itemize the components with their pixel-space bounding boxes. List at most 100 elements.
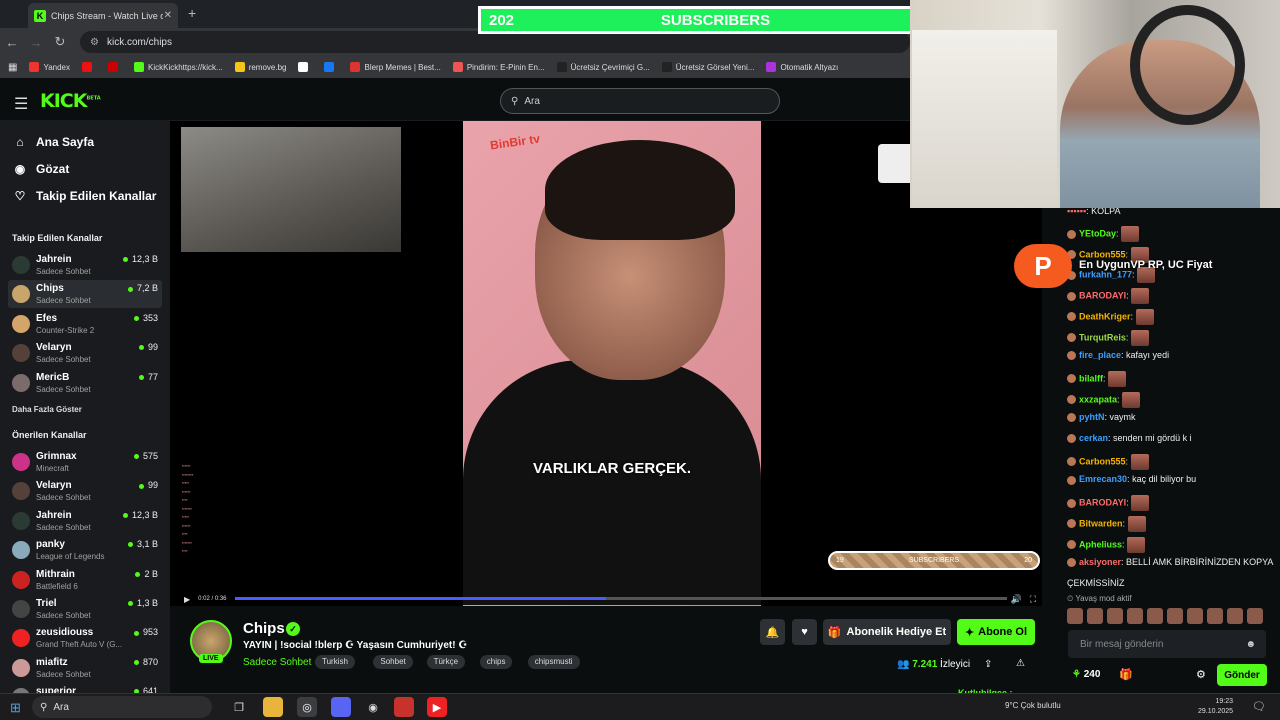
site-info-icon[interactable]: ⚙ [90, 37, 99, 48]
file-explorer-icon[interactable] [263, 697, 283, 717]
viewer-count: 77 [138, 372, 158, 382]
gift-sub-button[interactable]: 🎁 Abonelik Hediye Et [823, 619, 951, 645]
fullscreen-icon[interactable]: ⛶ [1030, 594, 1036, 605]
sidebar-channel-panky[interactable]: panky League of Legends 3,1 B [8, 536, 162, 564]
chat-user[interactable]: bilalff [1079, 373, 1103, 383]
chat-user[interactable]: fire_place [1079, 350, 1121, 360]
chat-user[interactable]: Carbon555 [1079, 249, 1126, 259]
nav-home[interactable]: ⌂ Ana Sayfa [12, 135, 94, 149]
bookmark-item[interactable]: KickKickhttps://kick... [134, 62, 223, 72]
sidebar-channel-triel[interactable]: Triel Sadece Sohbet 1,3 B [8, 595, 162, 623]
bookmark-item[interactable]: Otomatik Altyazı [766, 62, 838, 72]
tag-chips[interactable]: chips [479, 655, 513, 669]
sidebar-channel-miafitz[interactable]: miafitz Sadece Sohbet 870 [8, 654, 162, 682]
live-dot-icon [133, 630, 139, 636]
bookmark-label: Pindirim: E-Pinin En... [466, 62, 545, 72]
chat-user[interactable]: pyhtN [1079, 412, 1105, 422]
chat-input[interactable]: Bir mesaj gönderin ☻ [1068, 630, 1266, 658]
search-input[interactable]: ⚲ Ara [500, 88, 780, 114]
channel-category: Grand Theft Auto V (G... [36, 640, 123, 650]
sidebar-channel-mericb[interactable]: MericB Sadece Sohbet 77 [8, 369, 162, 397]
report-icon[interactable]: ⚠ [1016, 658, 1025, 669]
weather-widget[interactable]: 9°C Çok bulutlu [1005, 701, 1061, 710]
bookmark-item[interactable]: Yandex [29, 62, 70, 72]
sidebar-channel-velaryn[interactable]: Velaryn Sadece Sohbet 99 [8, 339, 162, 367]
bookmark-item[interactable] [108, 62, 122, 72]
tag-türkçe[interactable]: Türkçe [426, 655, 466, 669]
show-more-link[interactable]: Daha Fazla Göster [12, 405, 82, 414]
emote-bar[interactable] [1067, 608, 1267, 624]
bookmark-item[interactable]: Blerp Memes | Best... [350, 62, 441, 72]
chat-user[interactable]: BARODAYI [1079, 497, 1126, 507]
chat-user[interactable]: DeathKriger [1079, 311, 1131, 321]
sidebar-channel-zeusidiouss[interactable]: zeusidiouss Grand Theft Auto V (G... 953 [8, 624, 162, 652]
chat-user[interactable]: aksiyoner [1079, 557, 1121, 567]
bookmark-item[interactable]: remove.bg [234, 62, 286, 72]
sidebar-channel-chips[interactable]: Chips Sadece Sohbet 7,2 B [8, 280, 162, 309]
bookmark-item[interactable]: Pindirim: E-Pinin En... [452, 62, 545, 72]
sidebar-channel-jahrein[interactable]: Jahrein Sadece Sohbet 12,3 B [8, 507, 162, 535]
chat-user[interactable]: xxzapata [1079, 394, 1117, 404]
notification-bell-button[interactable]: 🔔 [760, 619, 785, 645]
chat-user[interactable]: TurqutReis [1079, 332, 1126, 342]
bookmark-item[interactable]: Ücretsiz Çevrimiçi G... [556, 62, 650, 72]
chat-user[interactable]: cerkan [1079, 433, 1108, 443]
emoji-icon[interactable]: ☻ [1245, 639, 1256, 650]
reload-icon[interactable]: ↻ [48, 34, 72, 50]
chat-user[interactable]: Apheliuss [1079, 539, 1122, 549]
taskbar-search[interactable]: ⚲ Ara [32, 696, 212, 718]
nav-following[interactable]: ♡ Takip Edilen Kanallar [12, 189, 157, 203]
channel-points[interactable]: ⚘ 240 [1072, 669, 1100, 680]
youtube-icon[interactable]: ▶ [427, 697, 447, 717]
kick-logo[interactable]: KICKBETA [40, 90, 101, 112]
back-icon[interactable]: ← [0, 35, 24, 50]
chat-user[interactable]: Emrecan30 [1079, 474, 1127, 484]
chat-user[interactable]: YEtoDay [1079, 228, 1116, 238]
task-view-icon[interactable]: ❐ [229, 697, 249, 717]
chat-user[interactable]: furkahn_177 [1079, 270, 1132, 280]
tag-turkish[interactable]: Turkish [315, 655, 355, 669]
forward-icon[interactable]: → [24, 35, 48, 50]
bookmark-item[interactable] [324, 62, 338, 72]
sidebar-channel-grimnax[interactable]: Grimnax Minecraft 575 [8, 448, 162, 476]
follow-heart-button[interactable]: ♥ [792, 619, 817, 645]
share-icon[interactable]: ⇪ [984, 659, 992, 670]
new-tab-button[interactable]: + [188, 5, 196, 21]
chat-message: BARODAYI: [1067, 495, 1150, 512]
menu-icon[interactable]: ☰ [14, 94, 28, 114]
sidebar-channel-jahrein[interactable]: Jahrein Sadece Sohbet 12,3 B [8, 251, 162, 279]
apps-icon[interactable]: ▦ [8, 62, 17, 73]
bookmark-item[interactable] [298, 62, 312, 72]
subscribe-button[interactable]: ✦ Abone Ol [957, 619, 1035, 645]
chat-user[interactable]: Carbon555 [1079, 456, 1126, 466]
headset-shape [1130, 5, 1245, 125]
close-tab-icon[interactable]: ✕ [164, 10, 172, 21]
gift-icon[interactable]: 🎁 [1119, 668, 1133, 681]
channel-name[interactable]: Chips [243, 620, 285, 637]
obs-icon[interactable]: ◉ [363, 697, 383, 717]
windows-start-icon[interactable]: ⊞ [10, 700, 21, 716]
sidebar-channel-velaryn[interactable]: Velaryn Sadece Sohbet 99 [8, 477, 162, 505]
tag-chipsmusti[interactable]: chipsmusti [527, 655, 580, 669]
sidebar-channel-mithrain[interactable]: Mithrain Battlefield 6 2 B [8, 566, 162, 594]
sidebar-channel-efes[interactable]: Efes Counter-Strike 2 353 [8, 310, 162, 338]
play-icon[interactable]: ▶ [184, 595, 190, 604]
nav-browse[interactable]: ◉ Gözat [12, 162, 70, 176]
stream-category[interactable]: Sadece Sohbet [243, 657, 311, 668]
settings-icon[interactable]: ⚙ [1196, 668, 1206, 681]
system-clock[interactable]: 19:23 29.10.2025 [1198, 697, 1233, 717]
chat-user[interactable]: BARODAYI [1079, 290, 1126, 300]
address-bar[interactable]: ⚙ kick.com/chips [80, 31, 910, 53]
send-button[interactable]: Gönder [1217, 664, 1267, 686]
tag-sohbet[interactable]: Sohbet [373, 655, 413, 669]
notification-icon[interactable]: 🗨 [1252, 700, 1266, 713]
browser-tab[interactable]: K Chips Stream - Watch Live on K ✕ [28, 3, 178, 28]
chrome-icon[interactable]: ◎ [297, 697, 317, 717]
bookmark-item[interactable] [82, 62, 96, 72]
app-icon[interactable] [394, 697, 414, 717]
discord-icon[interactable] [331, 697, 351, 717]
chat-user[interactable]: Bitwarden [1079, 518, 1123, 528]
volume-icon[interactable]: 🔊 [1010, 594, 1021, 605]
bookmark-item[interactable]: Ücretsiz Görsel Yeni... [661, 62, 754, 72]
video-progress[interactable] [235, 597, 1007, 600]
